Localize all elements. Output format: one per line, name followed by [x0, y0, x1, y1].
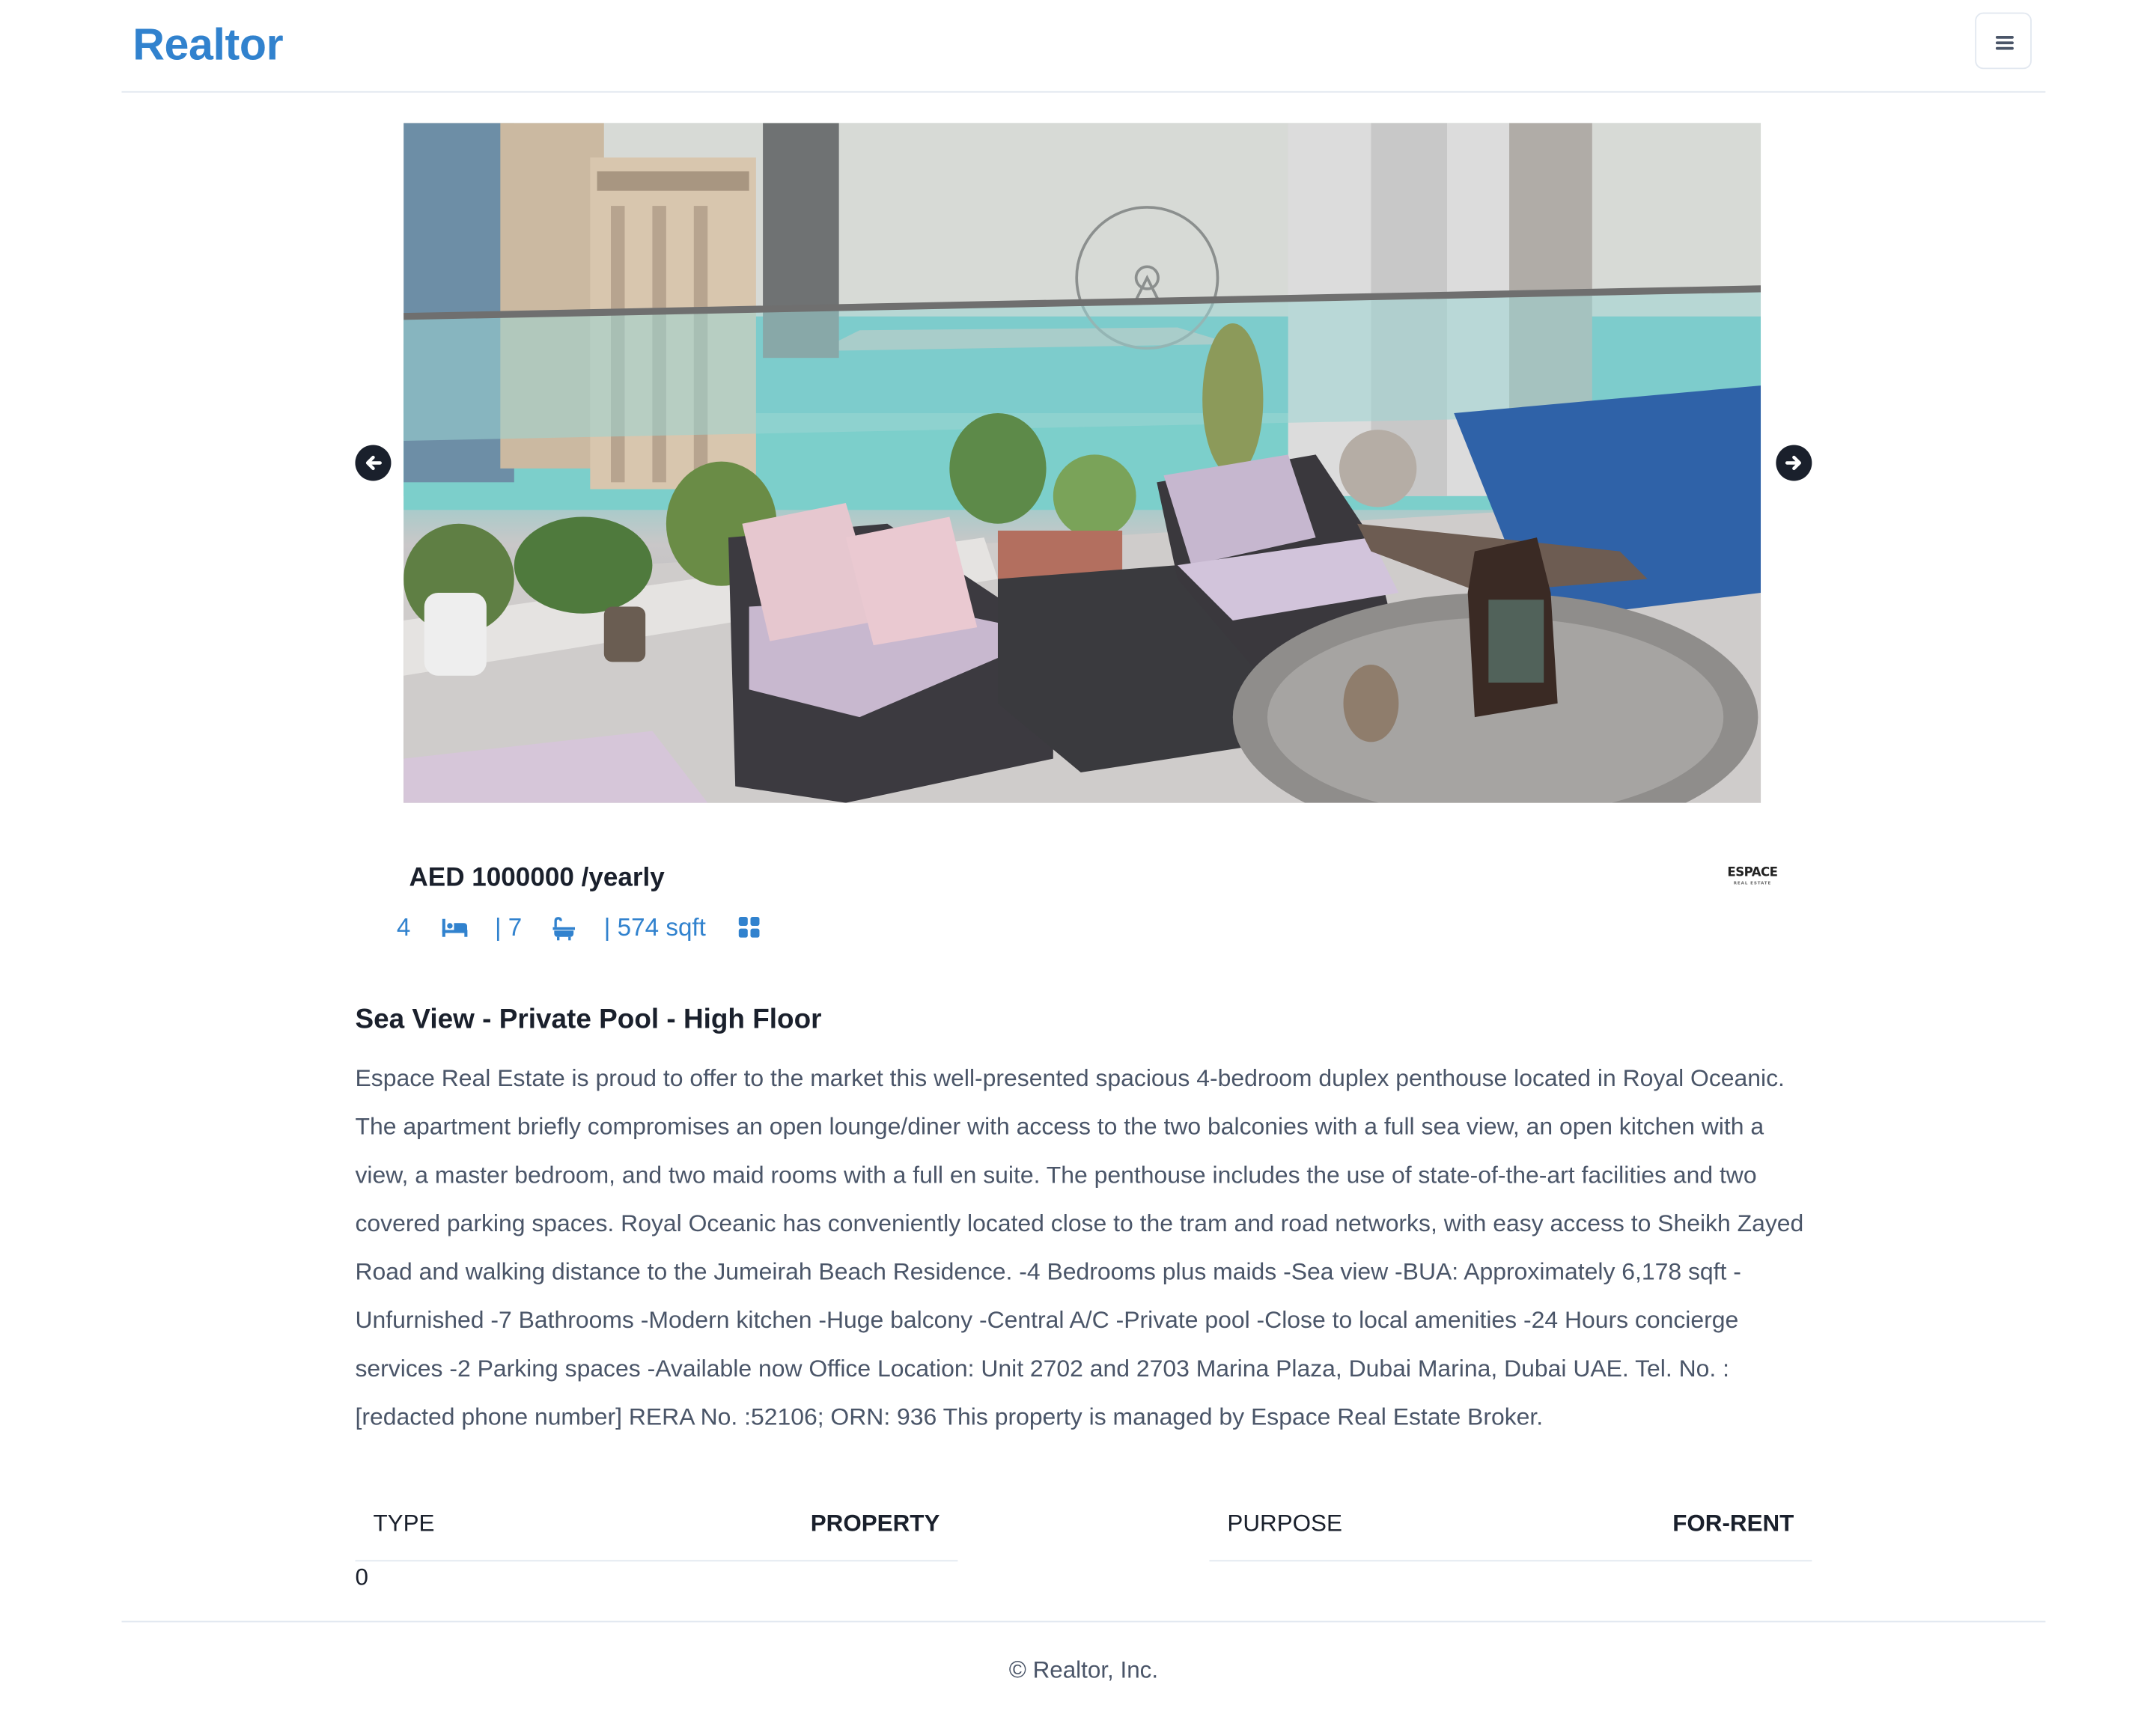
baths-count: | 7 — [494, 913, 523, 942]
listing-price: AED 1000000 /yearly — [409, 863, 665, 893]
photo-carousel — [355, 123, 1812, 803]
arrow-left-circle-icon — [365, 455, 382, 471]
listing-title: Sea View - Private Pool - High Floor — [355, 1004, 822, 1035]
footer-copyright: © Realtor, Inc. — [1008, 1656, 1159, 1683]
purpose-value: FOR-RENT — [1672, 1510, 1794, 1537]
menu-button[interactable] — [1975, 12, 2032, 70]
info-row-type: TYPE PROPERTY — [355, 1499, 958, 1562]
purpose-label: PURPOSE — [1227, 1510, 1342, 1537]
info-row-purpose: PURPOSE FOR-RENT — [1209, 1499, 1812, 1562]
carousel-prev-button[interactable] — [355, 445, 392, 481]
property-photo-illustration — [404, 123, 1761, 803]
arrow-right-circle-icon — [1785, 455, 1801, 471]
rooms-count: 4 — [396, 913, 411, 942]
hamburger-menu-icon — [1995, 34, 2014, 49]
brand-logo[interactable]: Realtor — [133, 19, 283, 70]
property-photo — [404, 123, 1761, 803]
agency-logo-sub: REAL ESTATE — [1733, 880, 1772, 886]
type-label: TYPE — [373, 1510, 435, 1537]
amenities-count: 0 — [355, 1564, 368, 1590]
carousel-next-button[interactable] — [1776, 445, 1812, 481]
navbar: Realtor — [121, 0, 2046, 93]
listing-description: Espace Real Estate is proud to offer to … — [355, 1064, 1804, 1430]
grid-icon — [738, 916, 761, 945]
bathtub-icon — [552, 916, 576, 948]
page: Realtor AED 1000000 /yearly ESPACE REAL … — [0, 0, 2156, 1710]
bed-icon — [441, 916, 469, 945]
footer: © Realtor, Inc. — [121, 1620, 2046, 1711]
type-value: PROPERTY — [810, 1510, 940, 1537]
agency-logo: ESPACE REAL ESTATE — [1725, 867, 1780, 894]
area-size: | 574 sqft — [603, 913, 706, 942]
agency-logo-text: ESPACE — [1727, 866, 1778, 881]
